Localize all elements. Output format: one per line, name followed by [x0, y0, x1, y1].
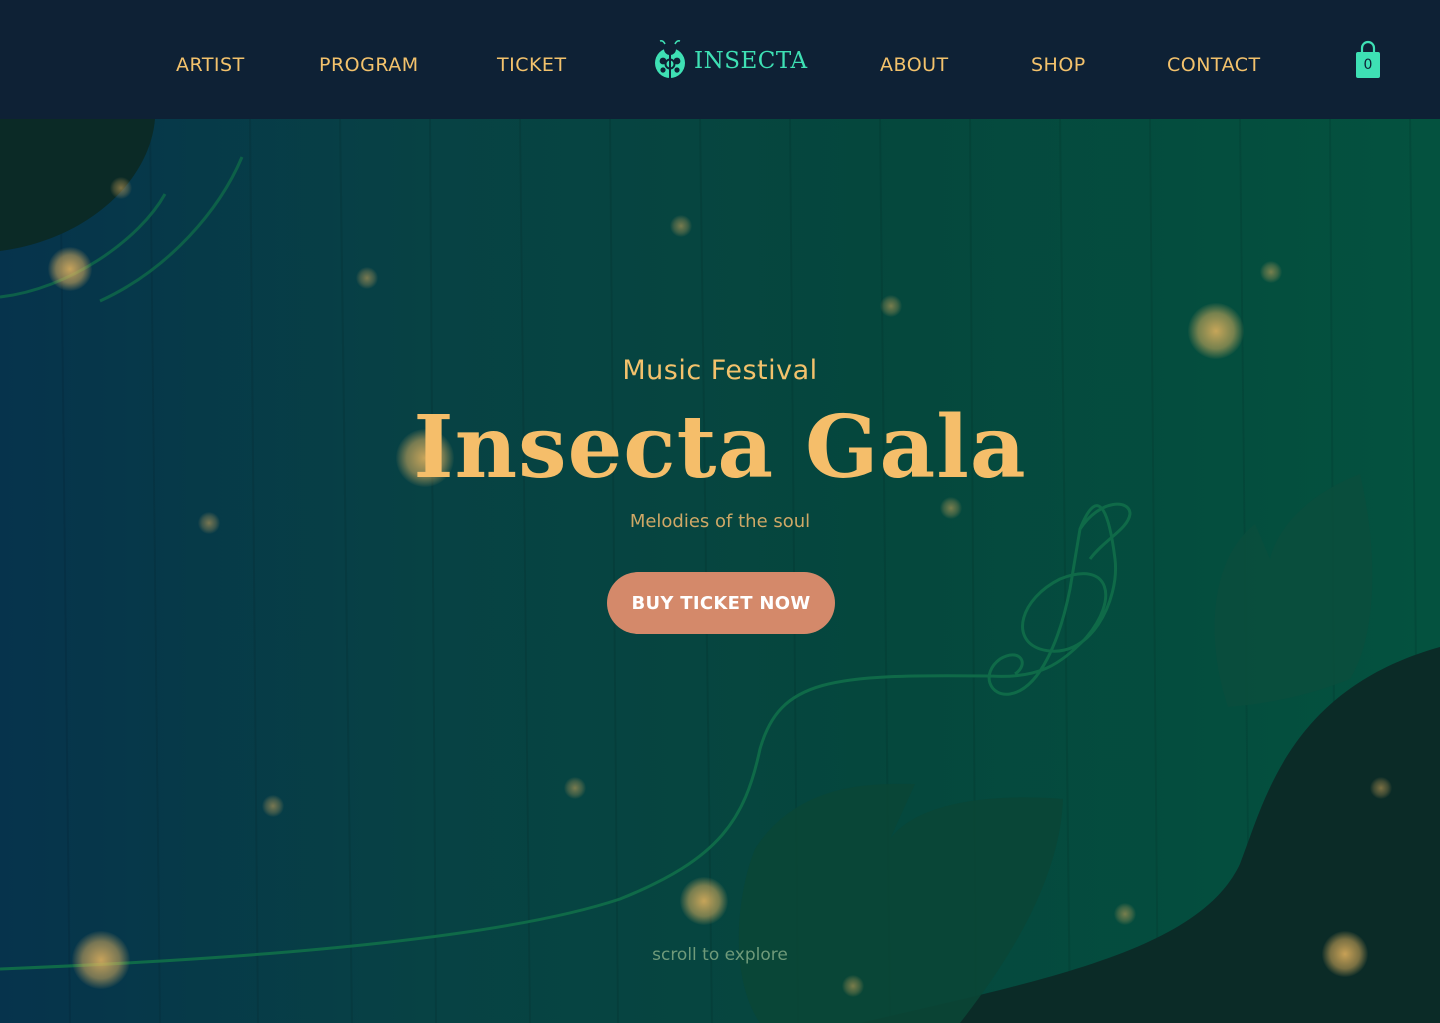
hero-tagline: Melodies of the soul — [629, 511, 811, 532]
nav-about[interactable]: ABOUT — [880, 52, 949, 78]
nav-ticket[interactable]: TICKET — [497, 52, 567, 78]
nav-contact[interactable]: CONTACT — [1167, 52, 1261, 78]
firefly — [110, 177, 132, 199]
firefly — [680, 877, 728, 925]
scroll-hint[interactable]: scroll to explore — [0, 945, 1440, 965]
firefly — [842, 975, 864, 997]
firefly — [1260, 261, 1282, 283]
firefly — [670, 215, 692, 237]
ladybug-icon — [652, 39, 688, 83]
firefly — [356, 267, 378, 289]
firefly — [880, 295, 902, 317]
nav-program[interactable]: PROGRAM — [319, 52, 419, 78]
hero-title: Insecta Gala — [413, 397, 1027, 498]
firefly — [262, 795, 284, 817]
logo-text: INSECTA — [694, 48, 808, 74]
leaf-right — [1214, 474, 1373, 707]
site-logo[interactable]: INSECTA — [652, 40, 808, 82]
site-header: ARTIST PROGRAM TICKET INSECTA ABOUT SHOP… — [0, 0, 1440, 119]
nav-artist[interactable]: ARTIST — [176, 52, 245, 78]
firefly — [48, 247, 92, 291]
firefly — [564, 777, 586, 799]
buy-ticket-button[interactable]: BUY TICKET NOW — [607, 572, 835, 634]
cart-button[interactable]: 0 — [1354, 40, 1382, 80]
firefly — [1114, 903, 1136, 925]
hero-section: Music Festival Insecta Gala Melodies of … — [0, 119, 1440, 1023]
firefly — [1188, 303, 1244, 359]
cart-count: 0 — [1363, 57, 1373, 73]
hero-subtitle: Music Festival — [622, 355, 818, 386]
firefly — [1370, 777, 1392, 799]
nav-shop[interactable]: SHOP — [1031, 52, 1086, 78]
